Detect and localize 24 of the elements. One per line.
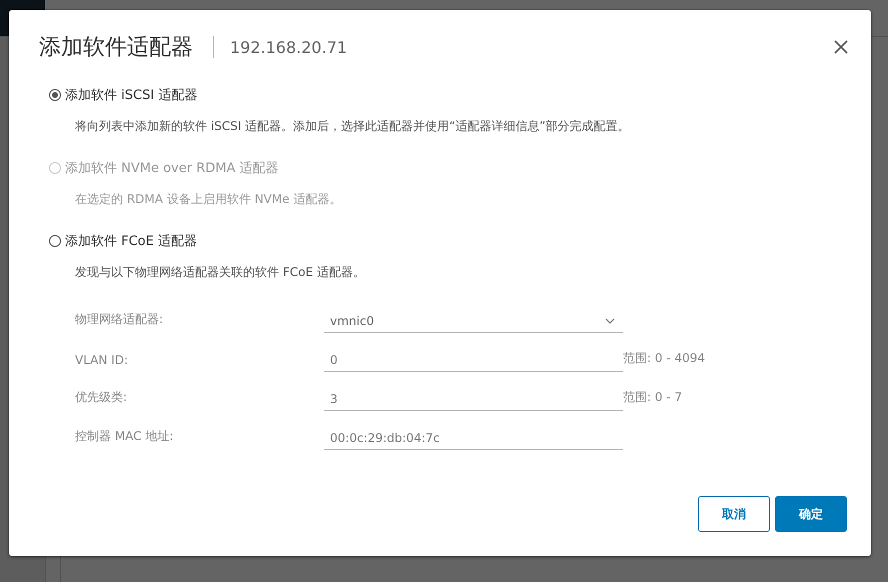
option-label: 添加软件 FCoE 适配器 [65, 233, 197, 250]
confirm-button[interactable]: 确定 [775, 496, 847, 532]
radio-button[interactable] [49, 89, 61, 101]
field-label: 物理网络适配器: [75, 311, 164, 328]
input-field[interactable]: 00:0c:29:db:04:7c [324, 427, 623, 450]
select-field[interactable]: vmnic0 [324, 310, 623, 333]
dialog-title: 添加软件适配器 [39, 34, 193, 62]
chevron-down-icon [605, 318, 615, 324]
input-field[interactable]: 0 [324, 349, 623, 372]
option-description: 将向列表中添加新的软件 iSCSI 适配器。添加后，选择此适配器并使用“适配器详细信息”部分完成配置。 [74, 118, 631, 135]
option-label: 添加软件 iSCSI 适配器 [65, 87, 198, 104]
field-label: 优先级类: [75, 389, 128, 406]
option-description: 在选定的 RDMA 设备上启用软件 NVMe 适配器。 [74, 191, 342, 208]
host-address: 192.168.20.71 [230, 38, 348, 56]
range-hint: 范围: 0 - 4094 [623, 350, 705, 367]
radio-button[interactable] [49, 235, 61, 247]
field-label: VLAN ID: [75, 353, 129, 369]
input-field[interactable]: 3 [324, 388, 623, 411]
option-label: 添加软件 NVMe over RDMA 适配器 [65, 160, 279, 177]
option-description: 发现与以下物理网络适配器关联的软件 FCoE 适配器。 [74, 264, 366, 281]
range-hint: 范围: 0 - 7 [623, 389, 682, 406]
close-icon[interactable] [833, 39, 849, 55]
field-label: 控制器 MAC 地址: [75, 428, 174, 445]
cancel-button[interactable]: 取消 [698, 496, 770, 532]
